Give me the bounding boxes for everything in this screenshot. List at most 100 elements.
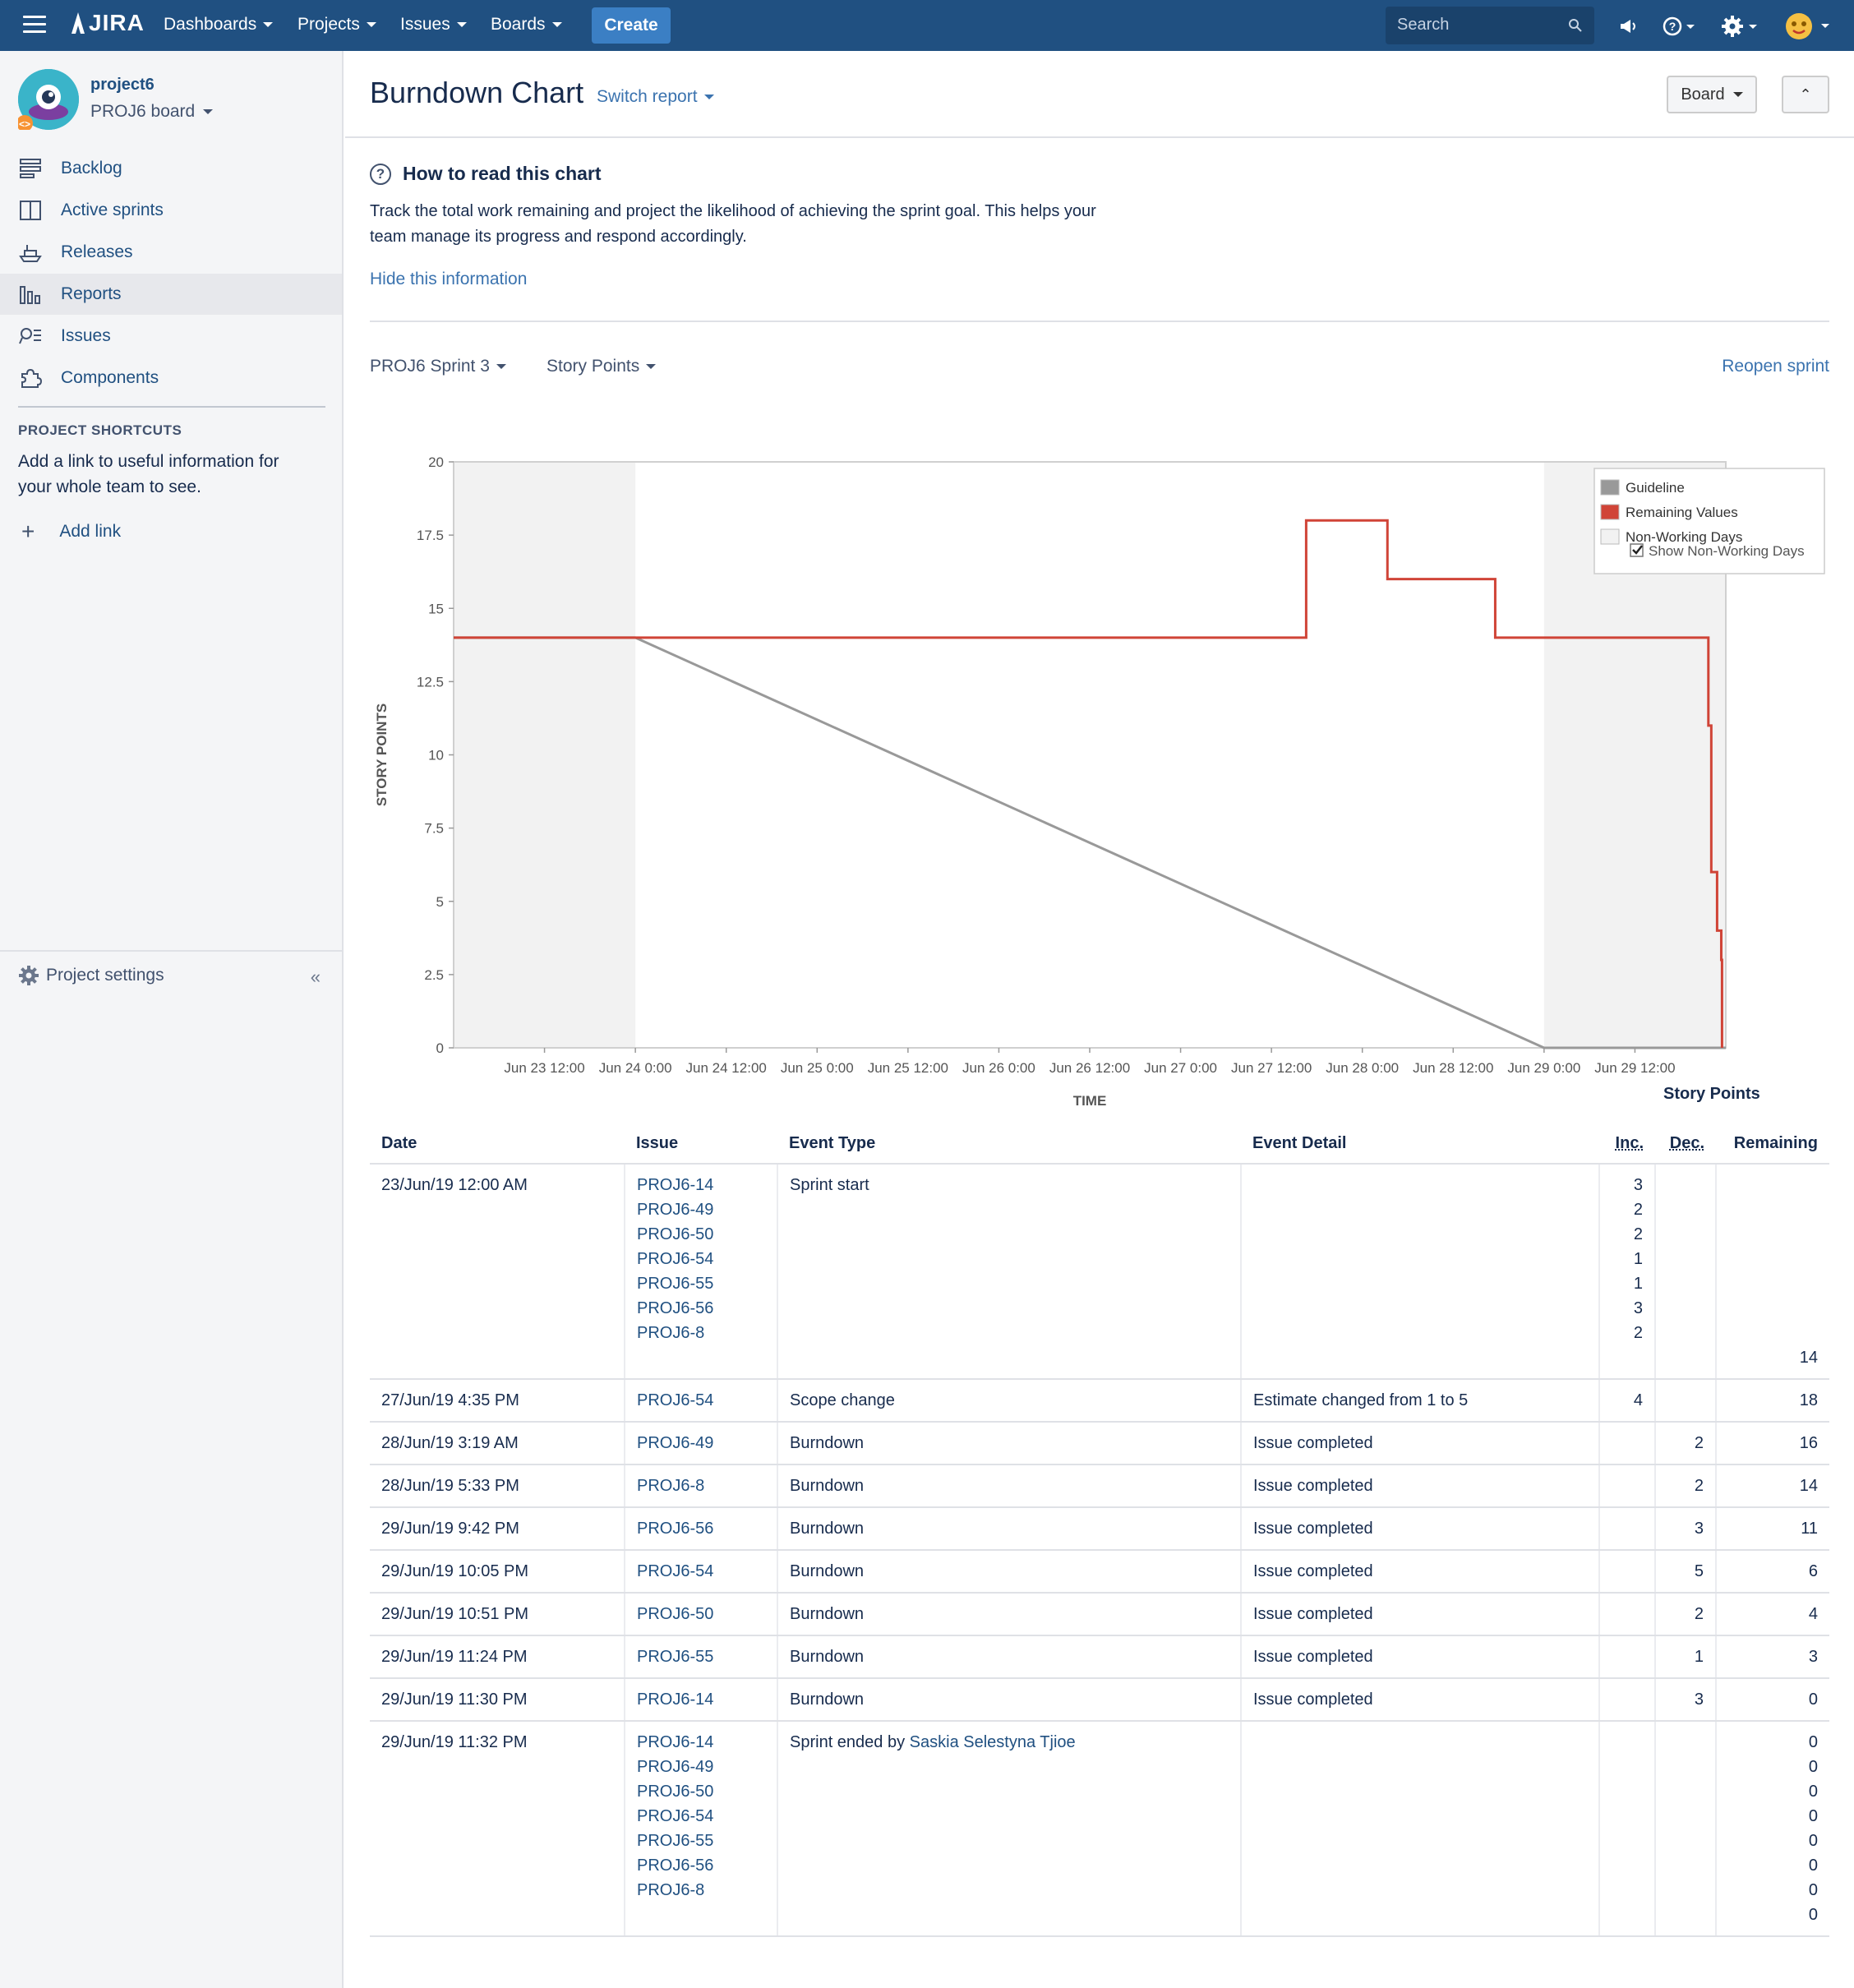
issue-link[interactable]: PROJ6-56	[637, 1857, 713, 1875]
sidebar-item-releases[interactable]: Releases	[0, 232, 342, 273]
sidebar-item-reports[interactable]: Reports	[0, 274, 342, 315]
event-type-text: Sprint start	[790, 1176, 869, 1194]
issues-icon	[18, 324, 43, 348]
remaining-value: 0	[1808, 1881, 1818, 1899]
switch-report-dropdown[interactable]: Switch report	[597, 87, 714, 107]
remaining-value: 0	[1808, 1758, 1818, 1776]
app-switcher-icon[interactable]	[23, 16, 46, 35]
x-tick-label: Jun 29 0:00	[1507, 1060, 1580, 1076]
increase-cell	[1598, 1464, 1655, 1508]
issue-link[interactable]: PROJ6-14	[637, 1690, 713, 1709]
increase-cell	[1598, 1507, 1655, 1551]
remaining-value: 3	[1808, 1648, 1818, 1666]
issue-link[interactable]: PROJ6-54	[637, 1250, 713, 1268]
search-input[interactable]: Search	[1386, 7, 1594, 44]
issue-link[interactable]: PROJ6-8	[637, 1477, 704, 1495]
sprint-events-table: Date Issue Event Type Event Detail Inc. …	[370, 1124, 1829, 1937]
issue-link[interactable]: PROJ6-49	[637, 1201, 713, 1219]
plus-icon: +	[21, 519, 35, 544]
sprint-selector[interactable]: PROJ6 Sprint 3	[370, 357, 506, 376]
dashboards-menu[interactable]: Dashboards	[164, 15, 274, 35]
board-selector[interactable]: PROJ6 board	[90, 102, 214, 122]
event-detail-cell	[1240, 1721, 1599, 1937]
decrease-value: 2	[1694, 1434, 1704, 1452]
issue-link[interactable]: PROJ6-50	[637, 1783, 713, 1801]
issue-link[interactable]: PROJ6-14	[637, 1176, 713, 1194]
estimation-selector[interactable]: Story Points	[547, 357, 657, 376]
y-tick-label: 2.5	[424, 967, 444, 983]
issue-item: PROJ6-56	[637, 1853, 765, 1878]
increase-value: 4	[1633, 1391, 1643, 1409]
issue-link[interactable]: PROJ6-49	[637, 1758, 713, 1776]
table-row: 29/Jun/19 11:24 PM PROJ6-55 Burndown Issue …	[370, 1635, 1829, 1679]
sidebar-item-active-sprints[interactable]: Active sprints	[0, 190, 342, 231]
projects-menu[interactable]: Projects	[297, 15, 376, 35]
issue-link[interactable]: PROJ6-50	[637, 1605, 713, 1623]
issue-link[interactable]: PROJ6-55	[637, 1832, 713, 1850]
guideline-line	[454, 636, 1726, 1049]
decrease-cell: 3	[1654, 1678, 1716, 1722]
increase-value: 2	[1633, 1201, 1643, 1219]
increase-cell: 4	[1598, 1379, 1655, 1423]
board-button[interactable]: Board	[1667, 76, 1757, 113]
svg-text:?: ?	[1669, 20, 1676, 33]
add-link-button[interactable]: + Add link	[0, 511, 121, 552]
jira-logo[interactable]: JIRA	[69, 10, 145, 36]
remaining-cell: 14	[1715, 1164, 1829, 1380]
issue-link[interactable]: PROJ6-49	[637, 1434, 713, 1452]
sidebar-item-label: Backlog	[61, 159, 122, 178]
issues-menu[interactable]: Issues	[400, 15, 467, 35]
issue-link[interactable]: PROJ6-55	[637, 1648, 713, 1666]
project-settings-link[interactable]: Project settings «	[0, 950, 342, 999]
settings-gear-icon[interactable]	[1719, 12, 1762, 41]
project-avatar-icon: <>	[16, 69, 79, 131]
issue-link[interactable]: PROJ6-54	[637, 1807, 713, 1825]
boards-menu[interactable]: Boards	[491, 15, 562, 35]
issue-link[interactable]: PROJ6-56	[637, 1299, 713, 1317]
issue-link[interactable]: PROJ6-8	[637, 1324, 704, 1342]
event-detail-cell: Issue completed	[1240, 1507, 1599, 1551]
hide-information-link[interactable]: Hide this information	[370, 270, 527, 289]
event-type-text: Sprint ended by	[790, 1733, 906, 1751]
remaining-values-line	[454, 519, 1723, 1048]
project-avatar[interactable]: <>	[16, 69, 79, 131]
remaining-value	[1728, 1222, 1818, 1247]
column-header-issue: Issue	[625, 1124, 777, 1165]
events-table-body: 23/Jun/19 12:00 AM PROJ6-14 PROJ6-49 PROJ6-…	[370, 1164, 1829, 1937]
remaining-value: 14	[1799, 1349, 1818, 1367]
full-screen-button[interactable]: ⌃	[1782, 76, 1829, 113]
sidebar-item-issues[interactable]: Issues	[0, 316, 342, 357]
chevron-down-icon	[703, 95, 714, 100]
decrease-cell	[1654, 1379, 1716, 1423]
issue-item: PROJ6-54	[637, 1247, 765, 1271]
reopen-sprint-link[interactable]: Reopen sprint	[1722, 357, 1829, 376]
event-detail-cell: Issue completed	[1240, 1422, 1599, 1465]
legend-swatch	[1600, 528, 1620, 545]
user-avatar-menu[interactable]	[1783, 12, 1833, 41]
issue-list: PROJ6-14 PROJ6-49 PROJ6-50 PROJ6-54 PROJ6-55…	[637, 1173, 765, 1345]
issue-link[interactable]: PROJ6-54	[637, 1391, 713, 1409]
issue-link[interactable]: PROJ6-56	[637, 1520, 713, 1538]
sidebar-item-components[interactable]: Components	[0, 357, 342, 399]
issue-link[interactable]: PROJ6-8	[637, 1881, 704, 1899]
sidebar-item-backlog[interactable]: Backlog	[0, 148, 342, 189]
create-button[interactable]: Create	[592, 7, 671, 44]
issue-link[interactable]: PROJ6-54	[637, 1562, 713, 1580]
remaining-list: 14	[1728, 1474, 1818, 1498]
issue-link[interactable]: PROJ6-55	[637, 1275, 713, 1293]
legend-label: Remaining Values	[1626, 505, 1738, 520]
project-name[interactable]: project6	[90, 76, 154, 95]
date-cell: 29/Jun/19 11:24 PM	[370, 1635, 625, 1679]
issue-link[interactable]: PROJ6-50	[637, 1225, 713, 1243]
user-link[interactable]: Saskia Selestyna Tjioe	[910, 1733, 1076, 1751]
collapse-sidebar-icon[interactable]: «	[311, 966, 321, 988]
estimation-selector-label: Story Points	[547, 357, 640, 376]
event-type-cell: Burndown	[777, 1422, 1241, 1465]
issue-link[interactable]: PROJ6-14	[637, 1733, 713, 1751]
x-tick-label: Jun 28 0:00	[1326, 1060, 1399, 1076]
remaining-cell: 16	[1715, 1422, 1829, 1465]
help-menu-icon[interactable]: ?	[1658, 12, 1701, 41]
legend-swatch	[1600, 504, 1620, 520]
x-tick-label: Jun 26 12:00	[1049, 1060, 1130, 1076]
announcement-icon[interactable]	[1614, 12, 1644, 41]
